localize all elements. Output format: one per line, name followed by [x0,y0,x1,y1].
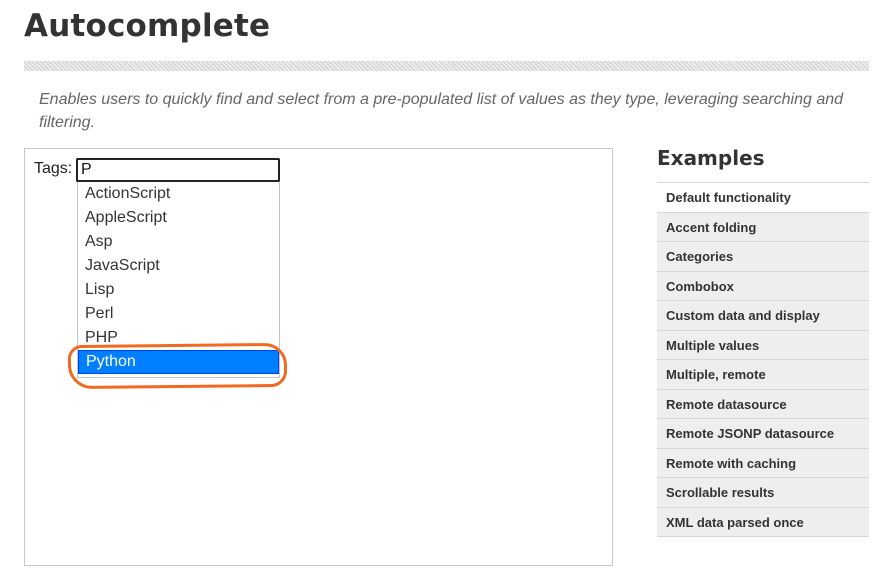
example-link[interactable]: Remote datasource [657,389,869,419]
example-link[interactable]: Multiple values [657,330,869,360]
page-title: Autocomplete [24,8,271,44]
suggestion-item[interactable]: JavaScript [78,254,279,278]
suggestion-item[interactable]: Asp [78,230,279,254]
example-link[interactable]: Multiple, remote [657,360,869,390]
tags-label: Tags: [34,160,73,177]
example-link[interactable]: Default functionality [657,183,869,213]
suggestion-item[interactable]: PHP [78,326,279,350]
example-link[interactable]: XML data parsed once [657,507,869,537]
title-divider [24,61,869,71]
examples-heading: Examples [657,146,765,170]
suggestion-item[interactable]: Lisp [78,278,279,302]
examples-list: Default functionality Accent folding Cat… [657,182,869,537]
suggestion-item[interactable]: AppleScript [78,206,279,230]
tags-input[interactable] [76,158,280,182]
example-link[interactable]: Scrollable results [657,478,869,508]
suggestion-item-active[interactable]: Python [78,350,279,374]
example-link[interactable]: Custom data and display [657,301,869,331]
example-link[interactable]: Combobox [657,271,869,301]
example-link[interactable]: Categories [657,242,869,272]
suggestion-item[interactable]: ActionScript [78,182,279,206]
example-link[interactable]: Remote with caching [657,448,869,478]
example-link[interactable]: Remote JSONP datasource [657,419,869,449]
page-description: Enables users to quickly find and select… [39,91,844,131]
example-link[interactable]: Accent folding [657,212,869,242]
autocomplete-menu: ActionScript AppleScript Asp JavaScript … [77,182,280,378]
suggestion-item[interactable]: Perl [78,302,279,326]
